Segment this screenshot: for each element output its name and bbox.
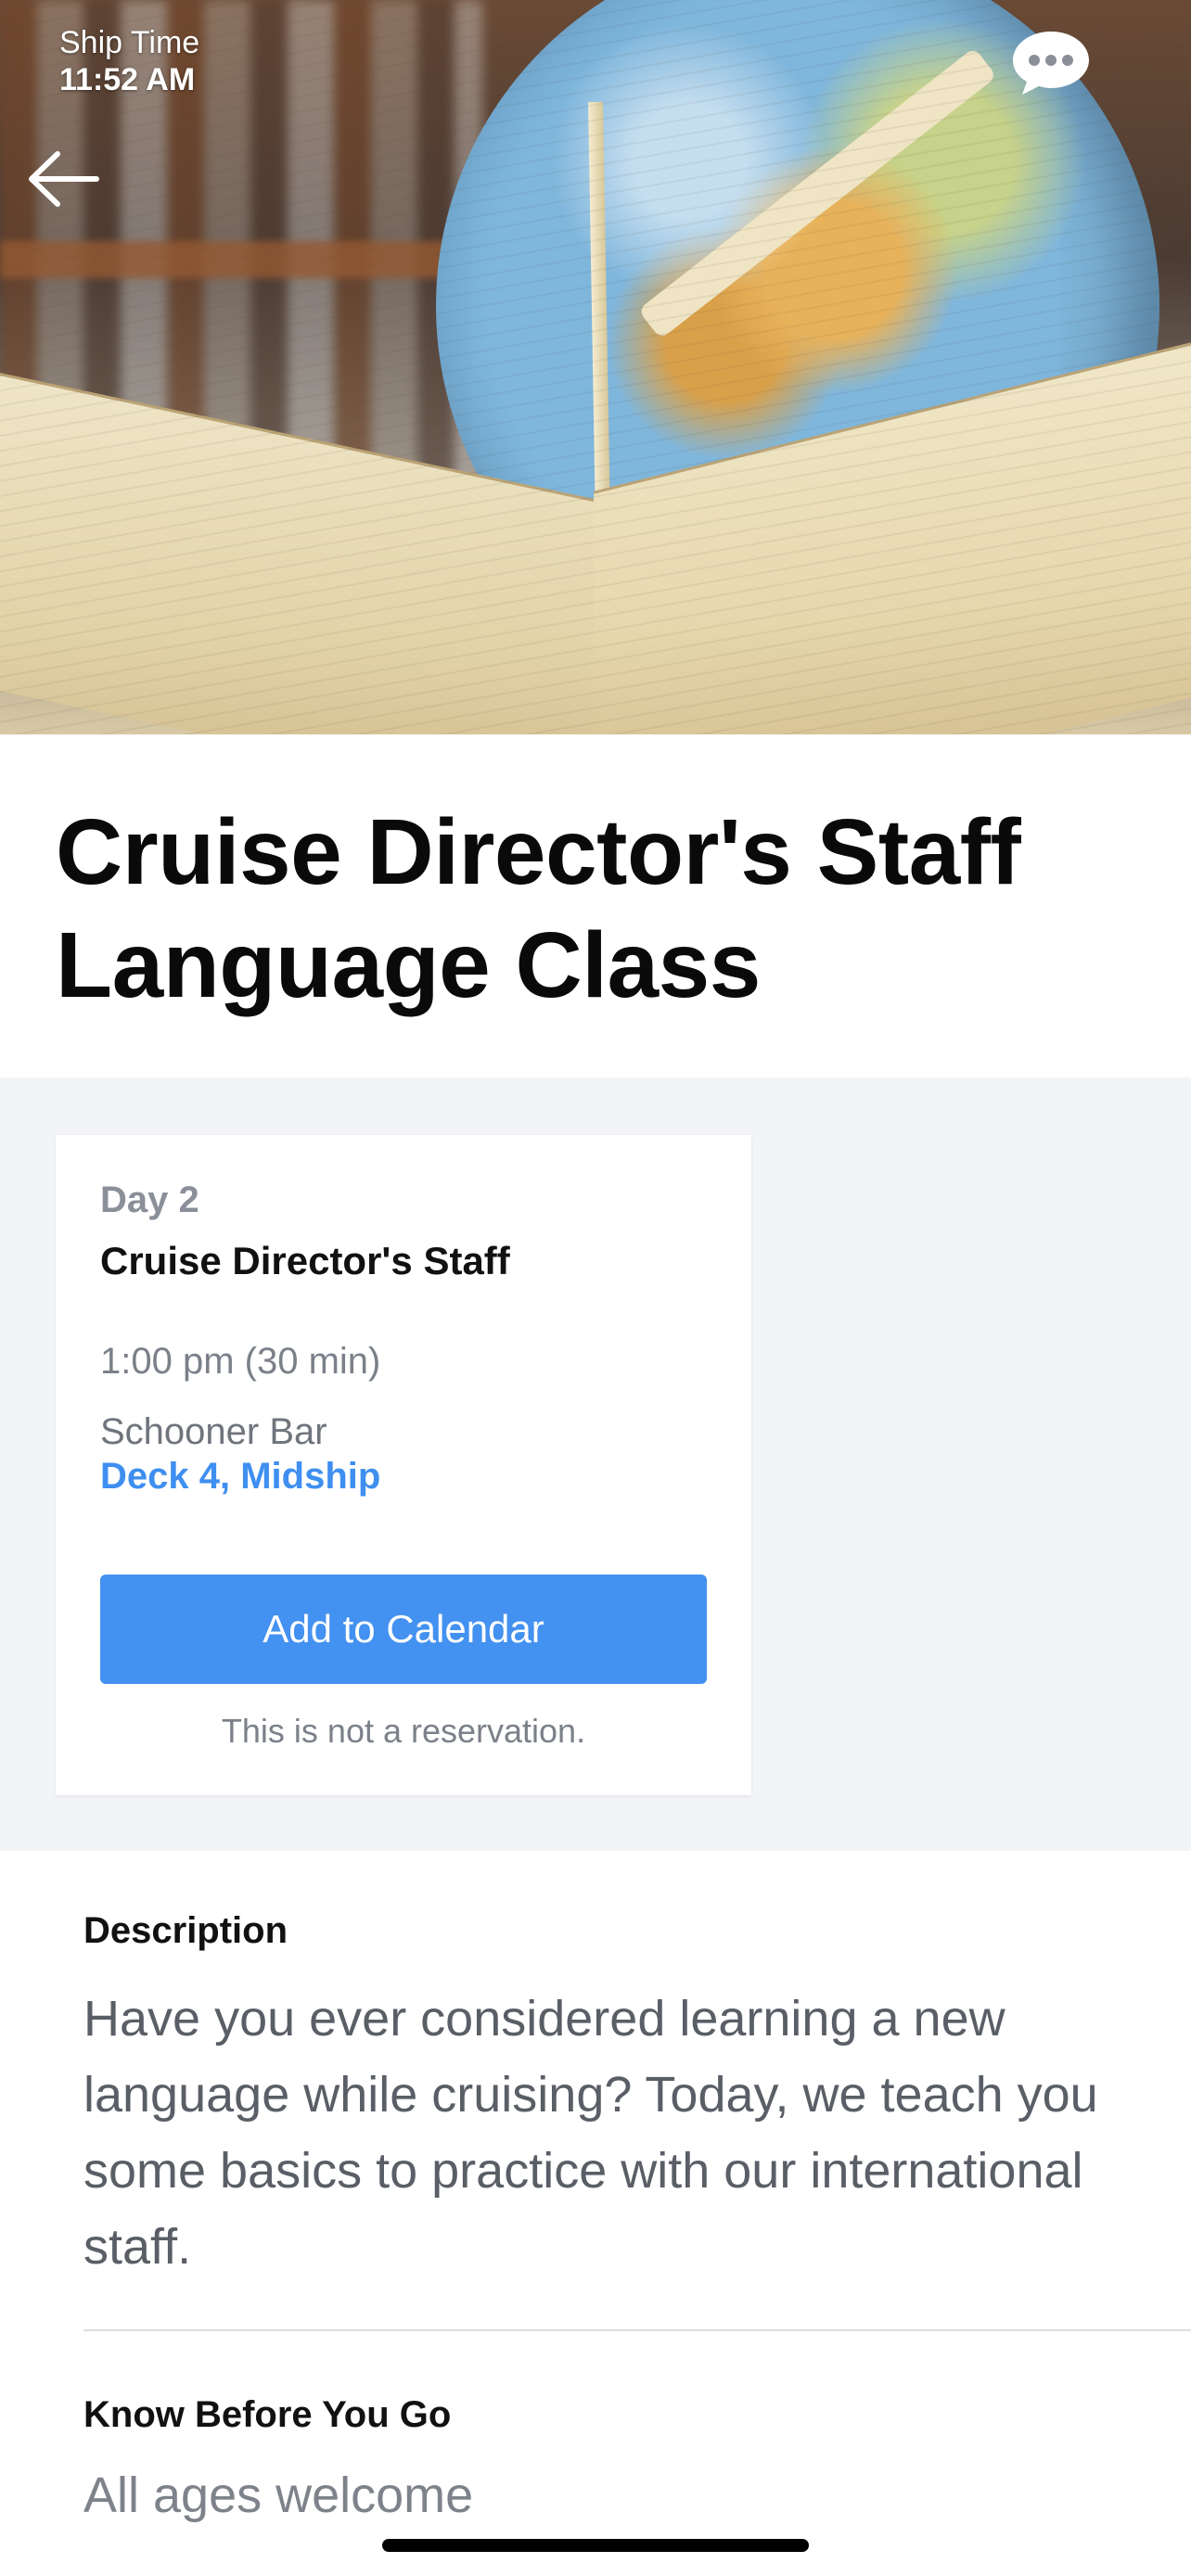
description-heading: Description: [83, 1910, 288, 1951]
event-venue: Schooner Bar: [100, 1411, 327, 1452]
ship-time-status: Ship Time 11:52 AM: [59, 24, 199, 98]
back-button[interactable]: [24, 147, 102, 211]
know-before-text: All ages welcome: [83, 2468, 474, 2523]
event-title: Cruise Director's Staff Language Class: [56, 800, 1021, 1017]
home-indicator[interactable]: [382, 2539, 809, 2552]
chat-button[interactable]: [1009, 28, 1093, 98]
description-text: Have you ever considered learning a new …: [83, 1991, 1098, 2275]
event-day: Day 2: [100, 1180, 199, 1220]
details-section: Day 2 Cruise Director's Staff 1:00 pm (3…: [0, 1078, 1191, 1851]
arrow-left-icon: [29, 151, 99, 207]
ship-time-value: 11:52 AM: [59, 62, 196, 97]
event-details-card: Day 2 Cruise Director's Staff 1:00 pm (3…: [56, 1135, 751, 1795]
add-to-calendar-button[interactable]: Add to Calendar: [100, 1575, 707, 1684]
event-host: Cruise Director's Staff: [100, 1239, 510, 1282]
ship-time-label: Ship Time: [59, 25, 200, 60]
section-divider: [83, 2329, 1191, 2331]
event-time: 1:00 pm (30 min): [100, 1341, 381, 1382]
hero-image: [0, 0, 1191, 734]
deck-location-link[interactable]: Deck 4, Midship: [100, 1456, 380, 1498]
chat-bubble-icon: [1013, 32, 1089, 95]
reservation-note: This is not a reservation.: [221, 1712, 586, 1750]
know-before-heading: Know Before You Go: [83, 2394, 452, 2435]
